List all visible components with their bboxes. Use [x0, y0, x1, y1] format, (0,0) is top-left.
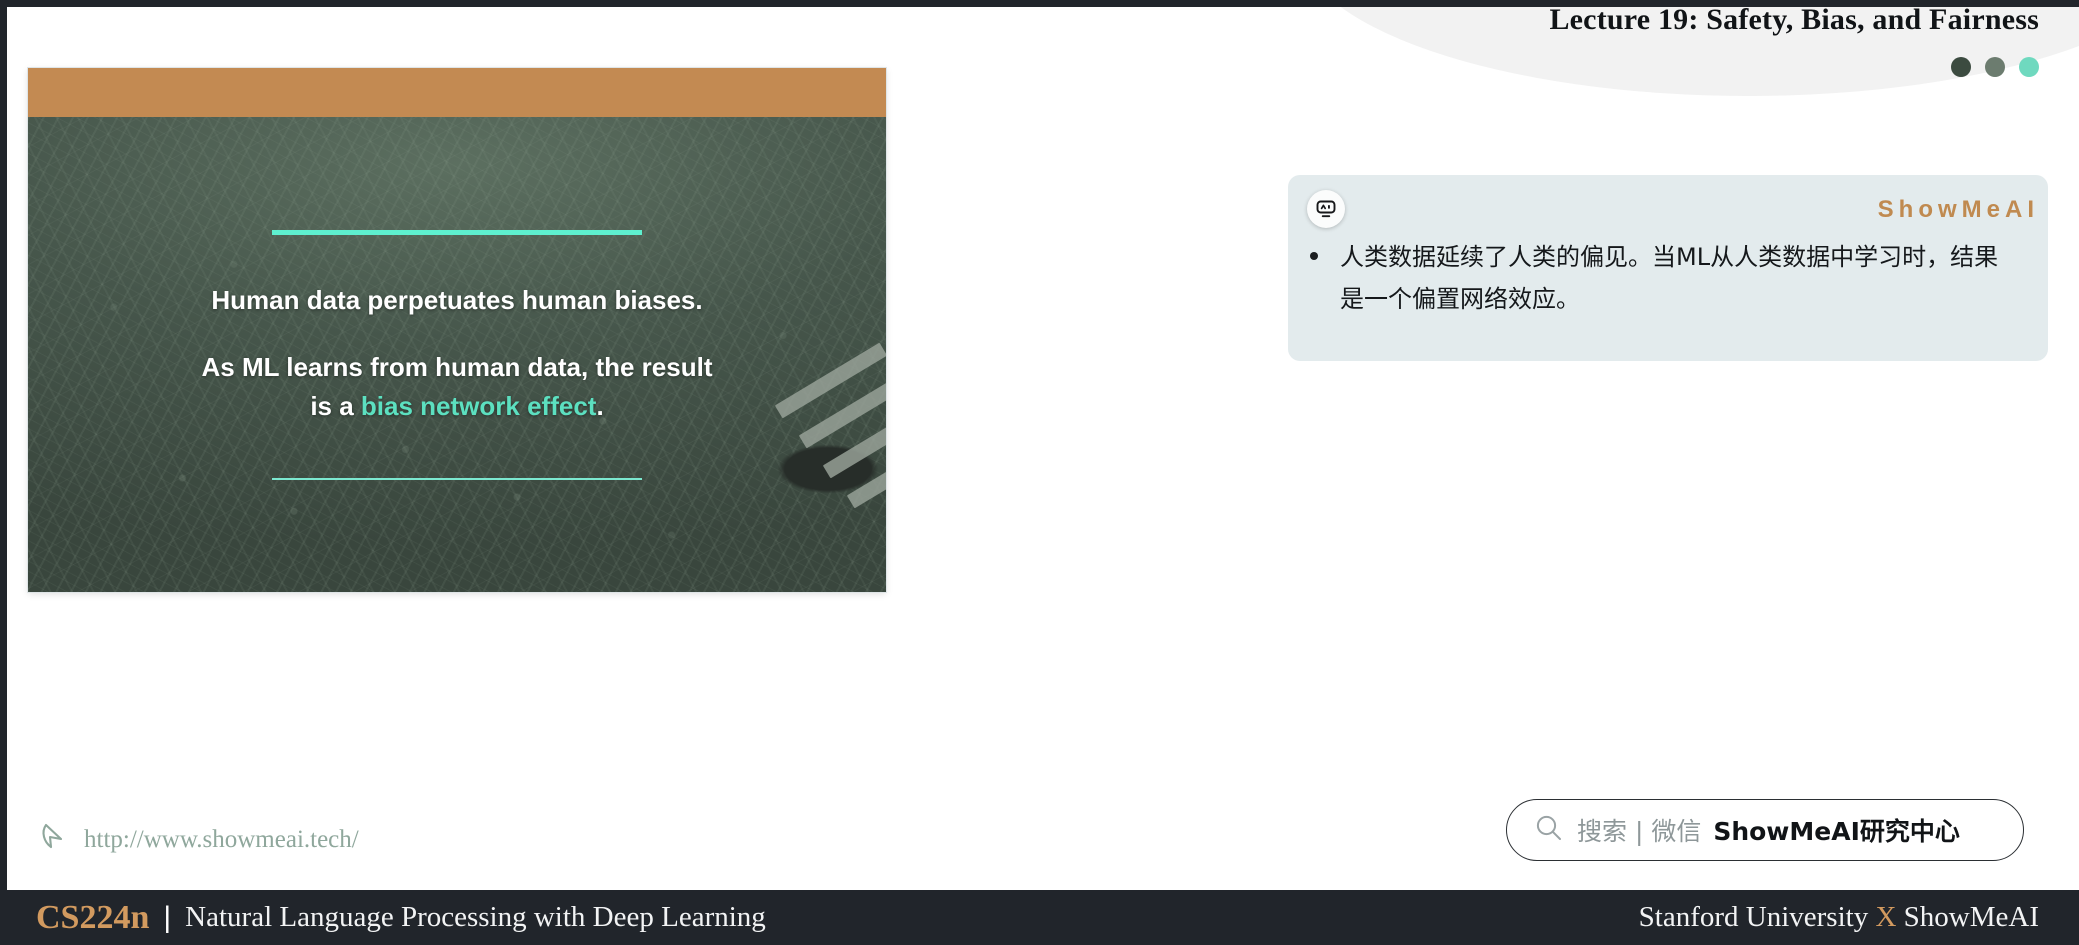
bar-separator: |: [163, 900, 172, 934]
header-dot-group: [1951, 57, 2039, 77]
slide-top-accent-bar: [28, 68, 886, 117]
wechat-search-pill[interactable]: 搜索 | 微信 ShowMeAI研究中心: [1506, 799, 2024, 861]
course-code: CS224n: [36, 898, 150, 936]
showmeai-brand-label: ShowMeAI: [1877, 196, 2039, 223]
window-frame-top: [0, 0, 2079, 7]
bullet-marker: [1310, 252, 1318, 260]
window-frame-left: [0, 0, 7, 890]
organization-credit: Stanford University X ShowMeAI: [1639, 901, 2039, 934]
search-icon: [1533, 812, 1565, 849]
slide-line2-part2: is a: [310, 390, 361, 421]
dot-medium: [1985, 57, 2005, 77]
bottom-bar: CS224n | Natural Language Processing wit…: [0, 890, 2079, 945]
dot-light: [2019, 57, 2039, 77]
slide-image: Human data perpetuates human biases. As …: [28, 68, 886, 592]
slide-heading-line2: As ML learns from human data, the result…: [202, 348, 713, 426]
slide-rule-bottom: [272, 477, 642, 480]
org-prefix: Stanford University: [1638, 901, 1876, 933]
dot-dark: [1951, 57, 1971, 77]
search-label: 搜索 | 微信: [1577, 817, 1702, 846]
slide-rule-top: [272, 229, 642, 235]
org-x-symbol: X: [1875, 901, 1897, 933]
slide-heading-line1: Human data perpetuates human biases.: [211, 284, 703, 315]
cursor-pointer-icon: [38, 820, 72, 859]
bullet-item: 人类数据延续了人类的偏见。当ML从人类数据中学习时，结果是一个偏置网络效应。: [1310, 236, 2010, 320]
search-account-name: ShowMeAI研究中心: [1713, 817, 1960, 846]
ai-robot-face-icon: [1307, 190, 1345, 228]
org-suffix: ShowMeAI: [1896, 901, 2039, 933]
site-url-text: http://www.showmeai.tech/: [84, 825, 359, 853]
course-subtitle: Natural Language Processing with Deep Le…: [185, 901, 766, 933]
slide-text-block: Human data perpetuates human biases. As …: [28, 117, 886, 592]
slide-line2-part1: As ML learns from human data, the result: [201, 351, 713, 382]
slide-line2-accent: bias network effect: [360, 390, 597, 421]
page-title: Lecture 19: Safety, Bias, and Fairness: [1549, 3, 2039, 36]
site-url-row[interactable]: http://www.showmeai.tech/: [38, 820, 359, 859]
bullet-text: 人类数据延续了人类的偏见。当ML从人类数据中学习时，结果是一个偏置网络效应。: [1340, 243, 1999, 313]
slide-line2-part3: .: [596, 390, 604, 421]
